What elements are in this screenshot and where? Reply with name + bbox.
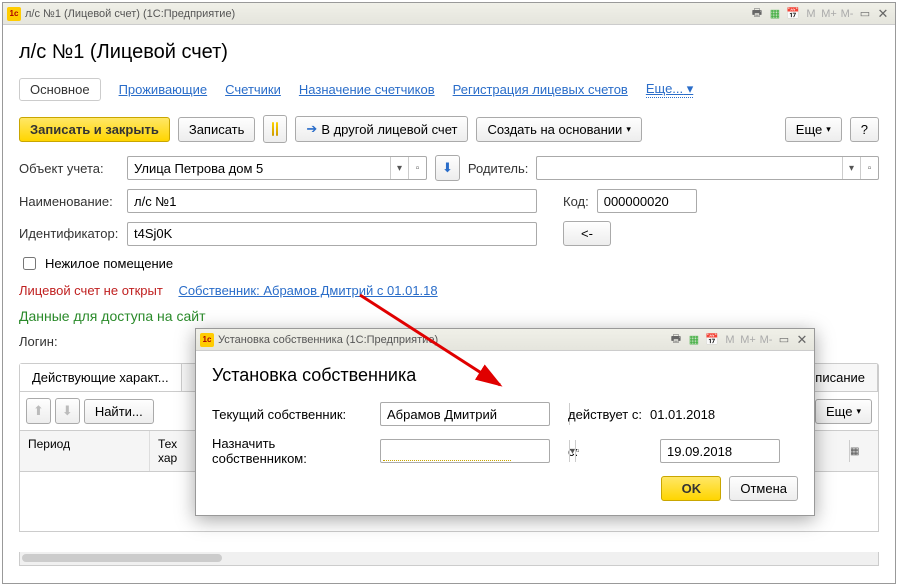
parent-open-icon[interactable]: ▫ bbox=[860, 157, 878, 179]
id-label: Идентификатор: bbox=[19, 226, 119, 241]
parent-input[interactable] bbox=[537, 157, 842, 179]
dialog-m-plus-icon[interactable]: M+ bbox=[740, 332, 756, 348]
down-button[interactable]: ⬇ bbox=[55, 398, 80, 424]
code-label: Код: bbox=[563, 194, 589, 209]
parent-dropdown-icon[interactable]: ▾ bbox=[842, 157, 860, 179]
from-date-calendar-icon[interactable]: ▦ bbox=[849, 440, 859, 462]
app-icon: 1c bbox=[7, 7, 21, 21]
dialog-calendar-icon[interactable]: 📅 bbox=[704, 332, 720, 348]
dialog-print-icon[interactable]: 🖶 bbox=[668, 332, 684, 348]
code-input[interactable] bbox=[598, 190, 786, 212]
from-date-input[interactable] bbox=[661, 440, 849, 462]
from-date-group: ▦ bbox=[660, 439, 780, 463]
object-down-button[interactable]: ⬇ bbox=[435, 155, 460, 181]
main-title: л/с №1 (Лицевой счет) (1С:Предприятие) bbox=[25, 8, 749, 20]
create-based-button[interactable]: Создать на основании ▾ bbox=[476, 117, 641, 142]
horizontal-scrollbar[interactable] bbox=[19, 552, 879, 566]
columns-button[interactable] bbox=[263, 115, 287, 143]
current-owner-label: Текущий собственник: bbox=[212, 407, 372, 422]
site-section-title: Данные для доступа на сайт bbox=[19, 308, 879, 324]
help-button[interactable]: ? bbox=[850, 117, 879, 142]
non-residential-checkbox[interactable] bbox=[23, 257, 36, 270]
parent-input-group: ▾ ▫ bbox=[536, 156, 879, 180]
nav-tabs: Основное Проживающие Счетчики Назначение… bbox=[19, 78, 879, 101]
main-toolbar: Записать и закрыть Записать ➔ В другой л… bbox=[19, 115, 879, 143]
dialog-restore-icon[interactable]: ▭ bbox=[776, 332, 792, 348]
id-input-group bbox=[127, 222, 537, 246]
m-icon[interactable]: M bbox=[803, 6, 819, 22]
m-minus-icon[interactable]: M- bbox=[839, 6, 855, 22]
assign-open-icon[interactable]: ▫ bbox=[575, 440, 580, 462]
tab-register[interactable]: Регистрация лицевых счетов bbox=[453, 82, 628, 97]
from-label: с: bbox=[568, 444, 652, 459]
m-plus-icon[interactable]: M+ bbox=[821, 6, 837, 22]
non-residential-label: Нежилое помещение bbox=[45, 256, 173, 271]
more-button[interactable]: Еще ▾ bbox=[785, 117, 842, 142]
col-period[interactable]: Период bbox=[20, 431, 150, 471]
id-input[interactable] bbox=[128, 223, 536, 245]
save-button[interactable]: Записать bbox=[178, 117, 256, 142]
tab-main[interactable]: Основное bbox=[19, 78, 101, 101]
object-input-group: ▾ ▫ bbox=[127, 156, 427, 180]
cancel-button[interactable]: Отмена bbox=[729, 476, 798, 501]
dialog-m-minus-icon[interactable]: M- bbox=[758, 332, 774, 348]
owner-dialog: 1c Установка собственника (1С:Предприяти… bbox=[195, 328, 815, 516]
sub-more-button[interactable]: Еще ▾ bbox=[815, 399, 872, 424]
login-label: Логин: bbox=[19, 334, 58, 349]
tab-residents[interactable]: Проживающие bbox=[119, 82, 208, 97]
dialog-title: Установка собственника (1С:Предприятие) bbox=[218, 334, 668, 346]
assign-owner-input[interactable] bbox=[381, 440, 569, 462]
dialog-close-icon[interactable]: ✕ bbox=[794, 332, 810, 348]
main-titlebar: 1c л/с №1 (Лицевой счет) (1С:Предприятие… bbox=[3, 3, 895, 25]
effective-value: 01.01.2018 bbox=[650, 407, 715, 422]
close-icon[interactable]: ✕ bbox=[875, 6, 891, 22]
object-label: Объект учета: bbox=[19, 161, 119, 176]
parent-label: Родитель: bbox=[468, 161, 528, 176]
current-owner-group: ▫ bbox=[380, 402, 550, 426]
find-button[interactable]: Найти... bbox=[84, 399, 154, 424]
object-open-icon[interactable]: ▫ bbox=[408, 157, 426, 179]
assign-owner-label: Назначить собственником: bbox=[212, 436, 372, 466]
calendar-icon[interactable]: 📅 bbox=[785, 6, 801, 22]
tab-assign[interactable]: Назначение счетчиков bbox=[299, 82, 435, 97]
page-title: л/с №1 (Лицевой счет) bbox=[19, 41, 879, 64]
name-input[interactable] bbox=[128, 190, 536, 212]
print-icon[interactable]: 🖶 bbox=[749, 6, 765, 22]
calc-icon[interactable]: ▦ bbox=[767, 6, 783, 22]
up-button[interactable]: ⬆ bbox=[26, 398, 51, 424]
tab-counters[interactable]: Счетчики bbox=[225, 82, 281, 97]
dialog-calc-icon[interactable]: ▦ bbox=[686, 332, 702, 348]
dialog-titlebar: 1c Установка собственника (1С:Предприяти… bbox=[196, 329, 814, 351]
dialog-page-title: Установка собственника bbox=[212, 365, 798, 386]
restore-icon[interactable]: ▭ bbox=[857, 6, 873, 22]
id-back-button[interactable]: <- bbox=[563, 221, 611, 246]
code-input-group bbox=[597, 189, 697, 213]
subtab-active[interactable]: Действующие характ... bbox=[20, 364, 182, 391]
save-close-button[interactable]: Записать и закрыть bbox=[19, 117, 170, 142]
status-not-open: Лицевой счет не открыт bbox=[19, 283, 163, 298]
object-input[interactable] bbox=[128, 157, 390, 179]
name-label: Наименование: bbox=[19, 194, 119, 209]
name-input-group bbox=[127, 189, 537, 213]
transfer-button[interactable]: ➔ В другой лицевой счет bbox=[295, 116, 468, 142]
effective-label: действует с: bbox=[568, 407, 642, 422]
dialog-m-icon[interactable]: M bbox=[722, 332, 738, 348]
assign-owner-group: ▾ ▫ bbox=[380, 439, 550, 463]
current-owner-input[interactable] bbox=[381, 403, 569, 425]
dialog-app-icon: 1c bbox=[200, 333, 214, 347]
object-dropdown-icon[interactable]: ▾ bbox=[390, 157, 408, 179]
tab-more[interactable]: Еще... ▾ bbox=[646, 81, 693, 98]
owner-link[interactable]: Собственник: Абрамов Дмитрий с 01.01.18 bbox=[178, 283, 437, 298]
ok-button[interactable]: OK bbox=[661, 476, 721, 501]
